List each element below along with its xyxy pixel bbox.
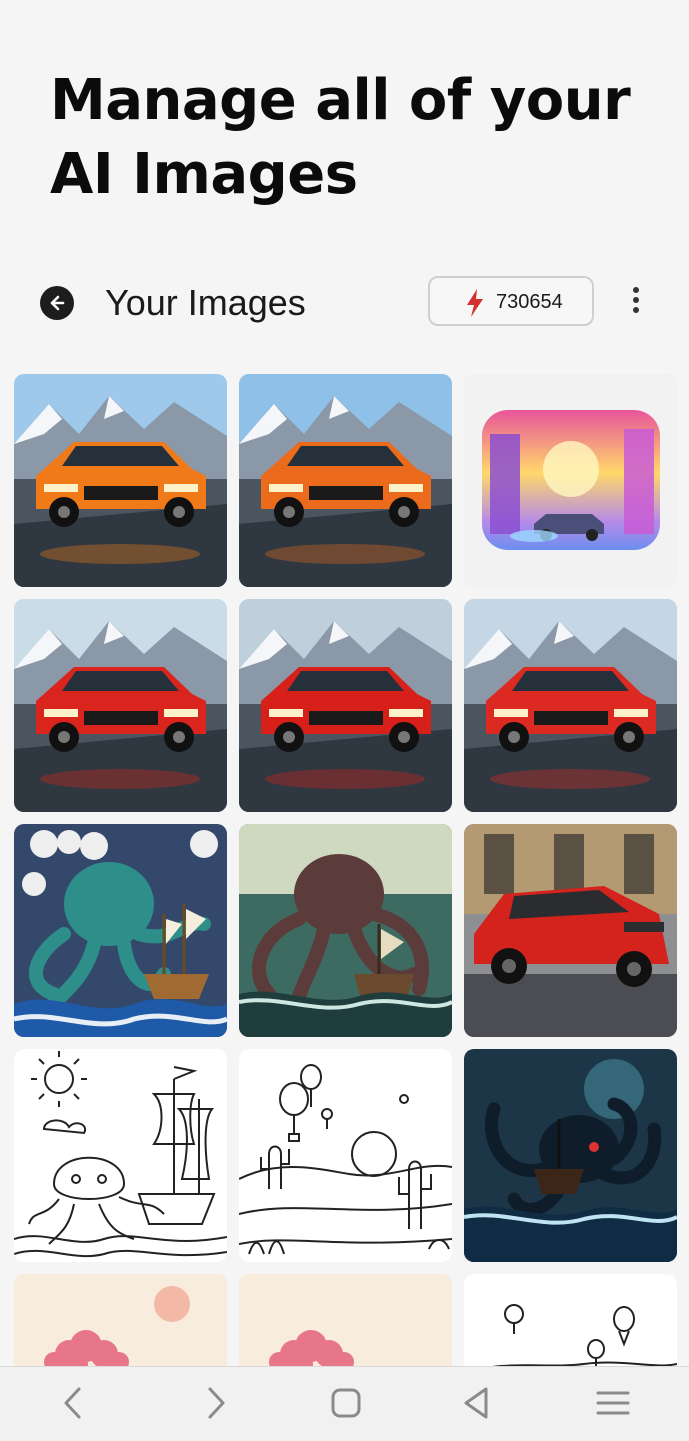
gallery-image-14[interactable] [239,1274,452,1366]
back-arrow-icon [64,1387,81,1419]
image-gallery [0,0,689,1366]
gallery-image-2[interactable] [239,374,452,587]
menu-button[interactable] [591,1381,635,1425]
gallery-image-12[interactable] [464,1049,677,1262]
gallery-image-7[interactable] [14,824,227,1037]
browser-back-button[interactable] [52,1381,96,1425]
system-navigation-bar [0,1366,689,1441]
gallery-image-15[interactable] [464,1274,677,1366]
menu-icon [596,1391,630,1415]
recents-triangle-icon [464,1387,488,1419]
gallery-image-3[interactable] [464,374,677,587]
gallery-image-5[interactable] [239,599,452,812]
gallery-image-13[interactable] [14,1274,227,1366]
gallery-image-6[interactable] [464,599,677,812]
browser-forward-button[interactable] [193,1381,237,1425]
recents-button[interactable] [454,1381,498,1425]
gallery-image-11[interactable] [239,1049,452,1262]
gallery-image-10[interactable] [14,1049,227,1262]
home-square-icon [331,1388,361,1418]
gallery-image-9[interactable] [464,824,677,1037]
forward-arrow-icon [208,1387,225,1419]
gallery-image-4[interactable] [14,599,227,812]
gallery-image-1[interactable] [14,374,227,587]
gallery-image-8[interactable] [239,824,452,1037]
home-button[interactable] [324,1381,368,1425]
